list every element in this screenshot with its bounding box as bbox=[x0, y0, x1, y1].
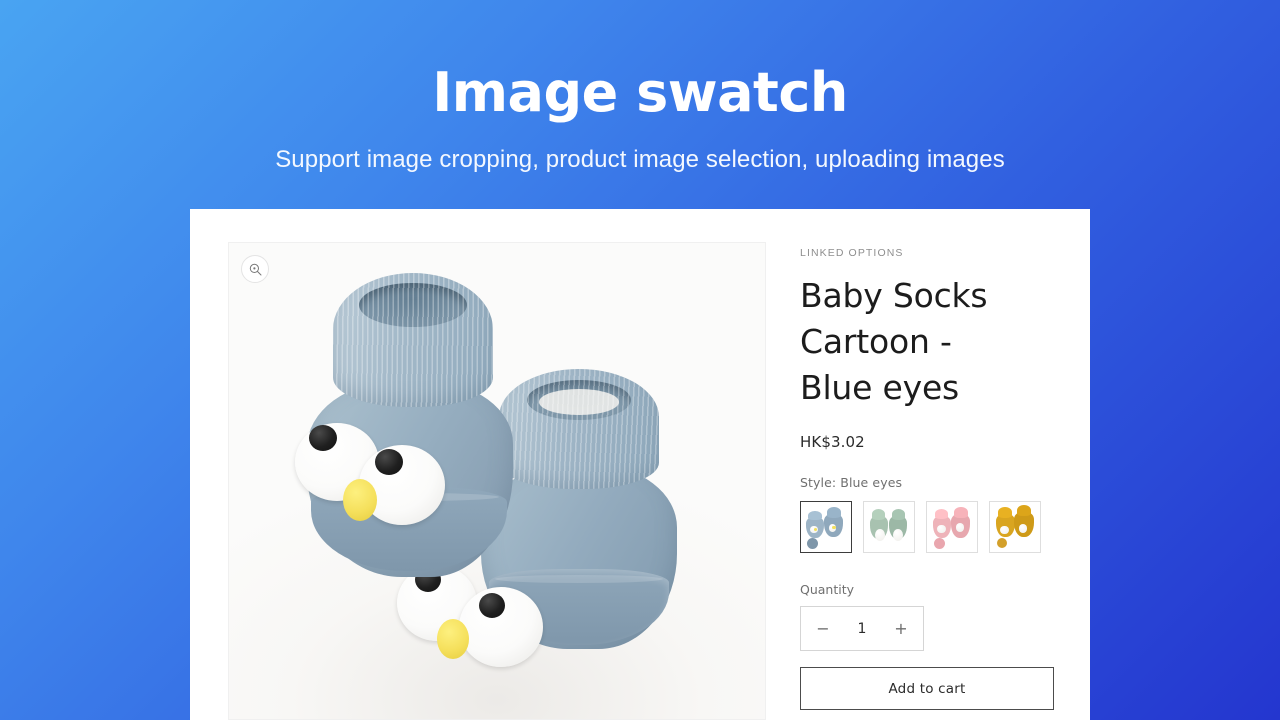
product-card: LINKED OPTIONS Baby Socks Cartoon - Blue… bbox=[190, 209, 1090, 720]
swatch-thumbnail bbox=[992, 504, 1038, 550]
hero-banner: Image swatch Support image cropping, pro… bbox=[0, 0, 1280, 174]
swatch-thumbnail bbox=[803, 504, 849, 550]
page-subtitle: Support image cropping, product image se… bbox=[275, 146, 1005, 173]
swatch-thumbnail bbox=[929, 504, 975, 550]
magnifier-zoom-icon[interactable] bbox=[241, 255, 269, 283]
quantity-label: Quantity bbox=[800, 582, 855, 597]
style-option-label: Style: Blue eyes bbox=[800, 475, 903, 490]
product-image-viewport[interactable] bbox=[228, 242, 766, 720]
linked-options-eyebrow: LINKED OPTIONS bbox=[800, 247, 904, 259]
quantity-stepper[interactable]: − 1 + bbox=[800, 606, 924, 651]
product-title: Baby Socks Cartoon - Blue eyes bbox=[800, 276, 988, 407]
quantity-value[interactable]: 1 bbox=[858, 621, 867, 637]
quantity-increase-button[interactable]: + bbox=[893, 620, 909, 637]
page-title: Image swatch bbox=[432, 61, 848, 124]
swatch-option-blue-eyes[interactable] bbox=[800, 501, 852, 553]
product-image bbox=[229, 243, 765, 719]
product-price: HK$3.02 bbox=[800, 433, 865, 451]
swatch-thumbnail bbox=[866, 504, 912, 550]
swatch-option-green[interactable] bbox=[863, 501, 915, 553]
bootie-front bbox=[295, 273, 517, 603]
product-info: LINKED OPTIONS Baby Socks Cartoon - Blue… bbox=[800, 242, 1054, 720]
quantity-decrease-button[interactable]: − bbox=[815, 620, 831, 637]
swatch-option-pink-bunny[interactable] bbox=[926, 501, 978, 553]
style-swatch-list bbox=[800, 501, 1054, 553]
swatch-option-mustard[interactable] bbox=[989, 501, 1041, 553]
product-gallery bbox=[228, 242, 766, 720]
add-to-cart-button[interactable]: Add to cart bbox=[800, 667, 1054, 710]
